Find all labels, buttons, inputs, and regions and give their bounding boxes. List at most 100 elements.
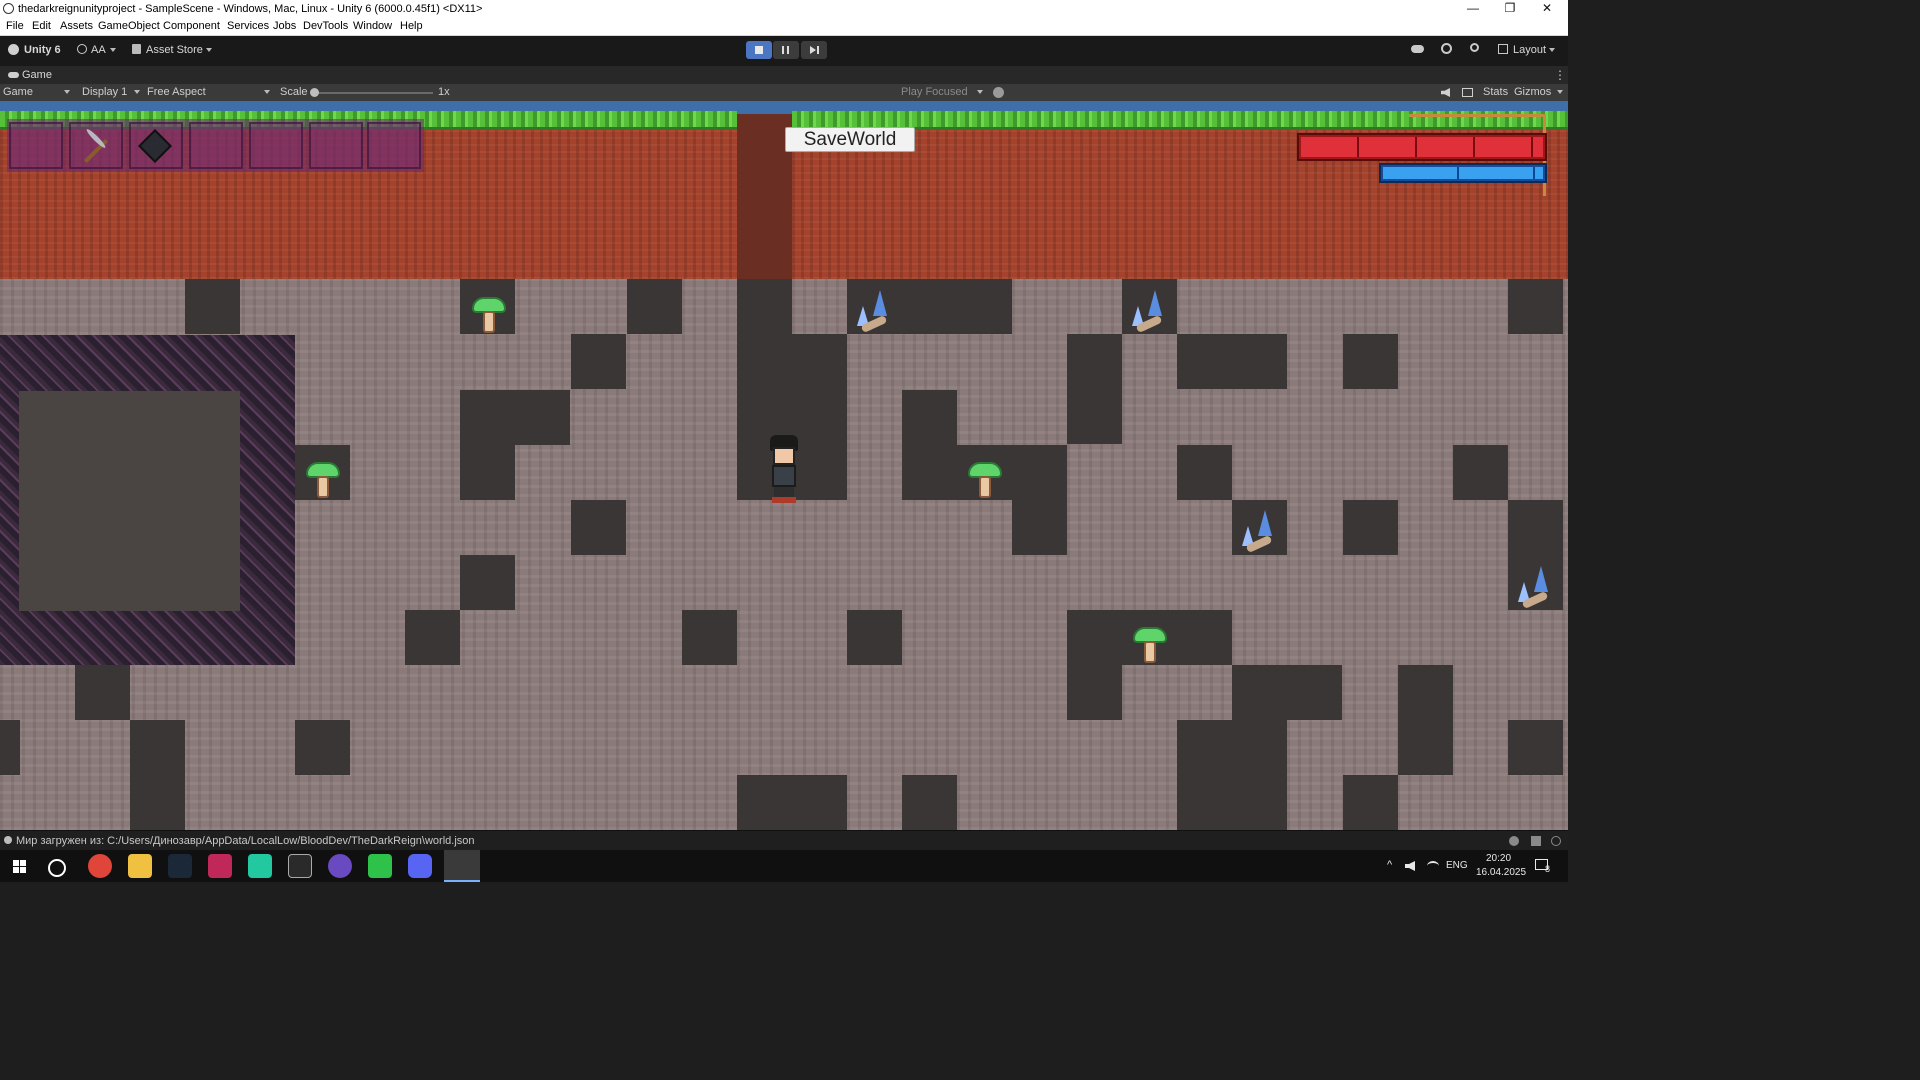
crystal-ore-sprite[interactable] bbox=[1238, 510, 1280, 554]
step-button[interactable] bbox=[801, 41, 827, 59]
file-explorer-icon[interactable] bbox=[128, 854, 152, 878]
clock-time[interactable]: 20:20 bbox=[1486, 853, 1511, 864]
tunnel-cell bbox=[682, 610, 737, 665]
menu-devtools[interactable]: DevTools bbox=[303, 20, 348, 32]
hotbar-slot-7[interactable] bbox=[367, 122, 421, 169]
tab-game[interactable]: Game bbox=[22, 69, 52, 81]
pause-button[interactable] bbox=[773, 41, 799, 59]
menu-jobs[interactable]: Jobs bbox=[273, 20, 296, 32]
clock-date[interactable]: 16.04.2025 bbox=[1476, 867, 1526, 878]
mushroom-sprite[interactable] bbox=[968, 462, 1002, 500]
steam-icon[interactable] bbox=[168, 854, 192, 878]
menu-edit[interactable]: Edit bbox=[32, 20, 51, 32]
windows-start-icon[interactable] bbox=[8, 854, 32, 878]
chevron-down-icon bbox=[206, 48, 212, 52]
chevron-down-icon bbox=[1557, 90, 1563, 94]
tunnel-cell bbox=[0, 720, 20, 775]
save-world-button[interactable]: SaveWorld bbox=[785, 127, 915, 152]
hotbar-slot-5[interactable] bbox=[249, 122, 303, 169]
kleopatra-icon[interactable] bbox=[368, 854, 392, 878]
history-icon[interactable] bbox=[1441, 43, 1452, 54]
search-icon[interactable] bbox=[48, 859, 66, 877]
tunnel-cell bbox=[1177, 334, 1287, 389]
tunnel-cell bbox=[902, 775, 957, 830]
mine-shaft bbox=[737, 114, 792, 279]
tray-chevron-up-icon[interactable]: ^ bbox=[1387, 859, 1392, 871]
debug-icon[interactable] bbox=[1509, 836, 1519, 846]
minimize-button[interactable]: — bbox=[1455, 0, 1491, 18]
discord-icon[interactable] bbox=[408, 854, 432, 878]
tunnel-cell bbox=[460, 390, 570, 445]
crystal-ore-sprite[interactable] bbox=[1514, 566, 1556, 610]
console-status-bar[interactable]: Мир загружен из: C:/Users/Динозавр/AppDa… bbox=[0, 830, 1568, 851]
game-mode-dropdown[interactable]: Game bbox=[3, 86, 33, 98]
more-options-icon[interactable]: ⋮ bbox=[1554, 68, 1566, 82]
mushroom-sprite[interactable] bbox=[306, 462, 340, 500]
chevron-down-icon bbox=[1549, 48, 1555, 52]
scale-slider-track[interactable] bbox=[312, 92, 433, 94]
menu-services[interactable]: Services bbox=[227, 20, 269, 32]
menu-gameobject[interactable]: GameObject bbox=[98, 20, 160, 32]
keyboard-icon[interactable] bbox=[1462, 88, 1473, 97]
display-dropdown[interactable]: Display 1 bbox=[82, 86, 127, 98]
scale-slider-handle[interactable] bbox=[310, 88, 319, 97]
layout-icon bbox=[1498, 44, 1508, 54]
hotbar-slot-4[interactable] bbox=[189, 122, 243, 169]
stats-button[interactable]: Stats bbox=[1483, 86, 1508, 98]
tunnel-cell bbox=[75, 665, 130, 720]
menu-file[interactable]: File bbox=[6, 20, 24, 32]
hotbar-slot-2[interactable] bbox=[69, 122, 123, 169]
menu-assets[interactable]: Assets bbox=[60, 20, 93, 32]
mana-bar-fill bbox=[1383, 167, 1543, 179]
account-dropdown[interactable]: AA bbox=[91, 44, 106, 56]
tunnel-cell bbox=[1177, 445, 1232, 500]
game-viewport[interactable]: SaveWorld bbox=[0, 101, 1568, 830]
cloud-icon[interactable] bbox=[1411, 45, 1424, 53]
volume-icon[interactable] bbox=[1405, 861, 1415, 871]
step-icon-bar bbox=[817, 46, 819, 54]
layout-dropdown[interactable]: Layout bbox=[1513, 44, 1546, 56]
mushroom-sprite[interactable] bbox=[1133, 627, 1167, 665]
status-message[interactable]: Мир загружен из: C:/Users/Динозавр/AppDa… bbox=[16, 835, 475, 847]
hotbar-slot-6[interactable] bbox=[309, 122, 363, 169]
layers-icon[interactable] bbox=[1531, 836, 1541, 846]
unity-version-label[interactable]: Unity 6 bbox=[24, 44, 61, 56]
hotbar-slot-3[interactable] bbox=[129, 122, 183, 169]
chevron-down-icon bbox=[64, 90, 70, 94]
aspect-dropdown[interactable]: Free Aspect bbox=[147, 86, 206, 98]
close-button[interactable]: ✕ bbox=[1529, 0, 1565, 18]
progress-icon[interactable] bbox=[1551, 836, 1561, 846]
tunnel-cell bbox=[902, 390, 957, 500]
wifi-icon[interactable] bbox=[1427, 861, 1439, 871]
github-desktop-icon[interactable] bbox=[328, 854, 352, 878]
play-stop-button[interactable] bbox=[746, 41, 772, 59]
hotbar-slot-1[interactable] bbox=[9, 122, 63, 169]
maximize-button[interactable]: ❐ bbox=[1492, 0, 1528, 18]
game-tab-bar: Game ⋮ bbox=[0, 66, 1568, 84]
play-focused-dropdown[interactable]: Play Focused bbox=[901, 86, 968, 98]
windows-taskbar: ^ ENG 20:20 16.04.2025 8 bbox=[0, 850, 1568, 882]
pycharm-icon[interactable] bbox=[248, 854, 272, 878]
game-view-toolbar: Game Display 1 Free Aspect Scale 1x Play… bbox=[0, 84, 1568, 102]
gizmos-button[interactable]: Gizmos bbox=[1514, 86, 1551, 98]
crystal-ore-sprite[interactable] bbox=[1128, 290, 1170, 334]
tunnel-cell bbox=[1067, 334, 1122, 444]
menu-help[interactable]: Help bbox=[400, 20, 423, 32]
asset-store-button[interactable]: Asset Store bbox=[146, 44, 203, 56]
tunnel-cell bbox=[571, 334, 626, 389]
language-indicator[interactable]: ENG bbox=[1446, 860, 1468, 871]
tunnel-cell bbox=[1177, 720, 1287, 830]
menu-window[interactable]: Window bbox=[353, 20, 392, 32]
bug-icon[interactable] bbox=[993, 87, 1004, 98]
unity-hub-icon[interactable] bbox=[288, 854, 312, 878]
chevron-down-icon bbox=[977, 90, 983, 94]
speaker-icon[interactable] bbox=[1441, 88, 1450, 97]
unity-editor-taskbar-icon[interactable] bbox=[444, 850, 480, 882]
menu-component[interactable]: Component bbox=[163, 20, 220, 32]
tunnel-cell bbox=[737, 775, 847, 830]
mushroom-sprite[interactable] bbox=[472, 297, 506, 335]
rider-icon[interactable] bbox=[208, 854, 232, 878]
crystal-ore-sprite[interactable] bbox=[853, 290, 895, 334]
search-icon[interactable] bbox=[1470, 43, 1479, 52]
chrome-icon[interactable] bbox=[88, 854, 112, 878]
